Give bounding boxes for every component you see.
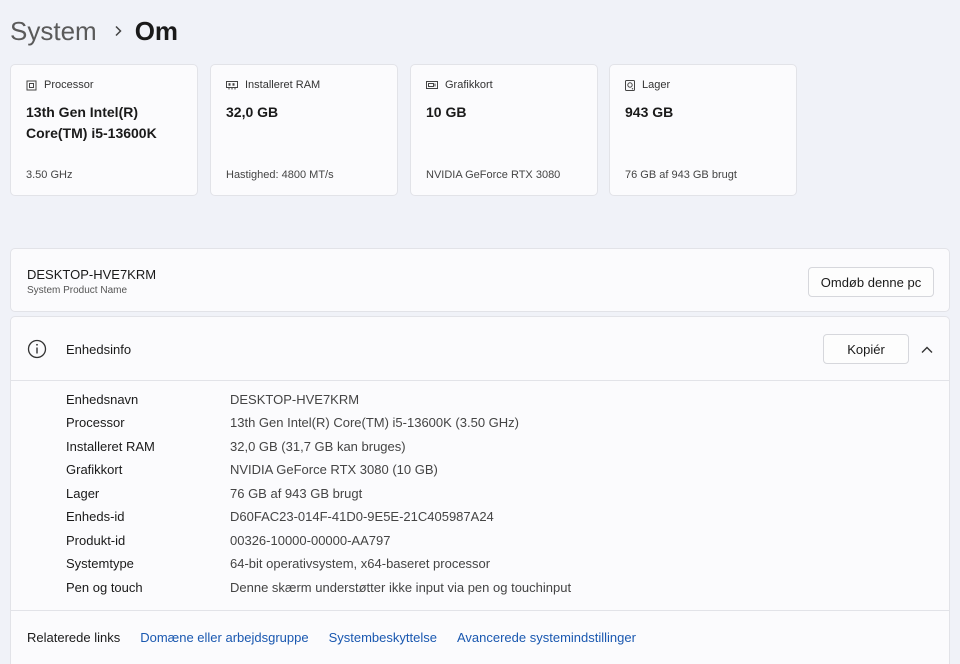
spec-label: Enheds-id xyxy=(66,509,125,524)
ram-card: Installeret RAM 32,0 GB Hastighed: 4800 … xyxy=(210,64,398,196)
device-info-header[interactable]: Enhedsinfo Kopiér xyxy=(11,317,949,381)
processor-card-label: Processor xyxy=(44,79,94,91)
device-product-name: System Product Name xyxy=(27,285,128,296)
storage-card: Lager 943 GB 76 GB af 943 GB brugt xyxy=(609,64,797,196)
breadcrumb-parent-system[interactable]: System xyxy=(10,16,97,47)
device-info-panel: Enhedsinfo Kopiér Enhedsnavn DESKTOP-HVE… xyxy=(10,316,950,664)
spec-value: 32,0 GB (31,7 GB kan bruges) xyxy=(230,439,406,454)
ram-card-label: Installeret RAM xyxy=(245,79,321,91)
device-name-panel: DESKTOP-HVE7KRM System Product Name Omdø… xyxy=(10,248,950,312)
spec-label: Systemtype xyxy=(66,556,134,571)
spec-value: Denne skærm understøtter ikke input via … xyxy=(230,580,572,595)
spec-value: NVIDIA GeForce RTX 3080 (10 GB) xyxy=(230,462,438,477)
spec-value: 64-bit operativsystem, x64-baseret proce… xyxy=(230,556,491,571)
ram-card-sub: Hastighed: 4800 MT/s xyxy=(226,169,334,181)
rename-pc-button[interactable]: Omdøb denne pc xyxy=(808,267,934,297)
spec-value: 76 GB af 943 GB brugt xyxy=(230,486,363,501)
spec-label: Installeret RAM xyxy=(66,439,155,454)
spec-value: 13th Gen Intel(R) Core(TM) i5-13600K (3.… xyxy=(230,415,519,430)
ram-icon xyxy=(226,81,238,90)
breadcrumb: System Om xyxy=(10,14,178,48)
chevron-up-icon[interactable] xyxy=(918,341,936,359)
spec-value: DESKTOP-HVE7KRM xyxy=(230,392,360,407)
spec-label: Produkt-id xyxy=(66,533,126,548)
device-info-title: Enhedsinfo xyxy=(66,342,132,357)
device-name: DESKTOP-HVE7KRM xyxy=(27,267,157,282)
spec-value: D60FAC23-014F-41D0-9E5E-21C405987A24 xyxy=(230,509,494,524)
storage-card-value: 943 GB xyxy=(625,104,674,120)
processor-card: Processor 13th Gen Intel(R) Core(TM) i5-… xyxy=(10,64,198,196)
graphics-card-sub: NVIDIA GeForce RTX 3080 xyxy=(426,169,561,181)
spec-label: Pen og touch xyxy=(66,580,143,595)
copy-button[interactable]: Kopiér xyxy=(823,334,909,364)
chevron-right-icon xyxy=(113,25,123,37)
processor-card-sub: 3.50 GHz xyxy=(26,169,73,181)
spec-value: 00326-10000-00000-AA797 xyxy=(230,533,391,548)
ram-card-value: 32,0 GB xyxy=(226,104,279,120)
graphics-card-card: Grafikkort 10 GB NVIDIA GeForce RTX 3080 xyxy=(410,64,598,196)
page-title: Om xyxy=(134,15,179,46)
processor-card-value: 13th Gen Intel(R) Core(TM) i5-13600K xyxy=(26,104,157,141)
related-links-title: Relaterede links xyxy=(27,630,121,645)
link-system-protection[interactable]: Systembeskyttelse xyxy=(329,630,437,645)
storage-card-sub: 76 GB af 943 GB brugt xyxy=(625,169,737,181)
link-advanced-system-settings[interactable]: Avancerede systemindstillinger xyxy=(457,630,636,645)
spec-label: Grafikkort xyxy=(66,462,123,477)
spec-label: Lager xyxy=(66,486,100,501)
graphics-card-label: Grafikkort xyxy=(445,79,493,91)
storage-icon xyxy=(625,79,635,91)
info-icon xyxy=(27,339,47,359)
spec-label: Enhedsnavn xyxy=(66,392,139,407)
storage-card-label: Lager xyxy=(642,79,671,91)
graphics-card-value: 10 GB xyxy=(426,104,467,120)
processor-icon xyxy=(26,80,37,90)
related-links-bar: Relaterede links Domæne eller arbejdsgru… xyxy=(11,610,949,664)
spec-label: Processor xyxy=(66,415,125,430)
graphics-card-icon xyxy=(426,81,438,89)
link-domain-workgroup[interactable]: Domæne eller arbejdsgruppe xyxy=(140,630,308,645)
